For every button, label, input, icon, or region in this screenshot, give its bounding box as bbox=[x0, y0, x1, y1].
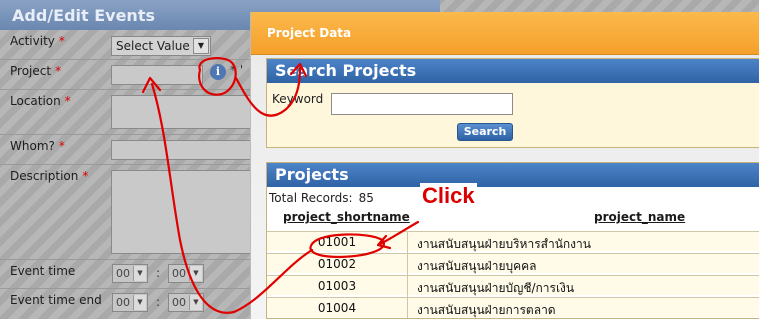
search-projects-panel: Search Projects Keyword Search bbox=[266, 58, 759, 148]
minute-value: 00 bbox=[172, 296, 186, 309]
projects-panel-title: Projects bbox=[267, 163, 759, 187]
project-shortname-cell[interactable]: 01004 bbox=[267, 301, 407, 315]
search-panel-title: Search Projects bbox=[267, 59, 759, 83]
click-annotation-label: Click bbox=[420, 183, 477, 209]
location-input[interactable] bbox=[111, 95, 251, 129]
activity-select[interactable]: Select Value ▼ bbox=[111, 36, 211, 56]
project-label: Project * bbox=[10, 64, 62, 78]
total-records-label: Total Records: bbox=[269, 191, 353, 205]
chevron-down-icon: ▼ bbox=[133, 295, 146, 310]
time-separator: : bbox=[156, 266, 161, 280]
whom-label: Whom? * bbox=[10, 139, 65, 153]
location-label: Location * bbox=[10, 94, 71, 108]
chevron-down-icon: ▼ bbox=[189, 266, 202, 281]
activity-label: Activity * bbox=[10, 34, 65, 48]
chevron-down-icon: ▼ bbox=[193, 38, 209, 54]
project-input[interactable] bbox=[111, 65, 203, 85]
search-button[interactable]: Search bbox=[457, 123, 513, 141]
event-time-end-label: Event time end bbox=[10, 293, 102, 307]
whom-input[interactable] bbox=[111, 140, 251, 160]
column-divider bbox=[407, 231, 408, 318]
table-row[interactable]: 01002 งานสนับสนุนฝ่ายบุคคล bbox=[267, 253, 759, 273]
project-hint: * ' bbox=[230, 63, 244, 77]
event-time-end-hour-select[interactable]: 00 ▼ bbox=[112, 293, 148, 312]
project-name-cell: งานสนับสนุนฝ่ายบัญชี/การเงิน bbox=[417, 281, 575, 295]
table-row[interactable]: 01003 งานสนับสนุนฝ่ายบัญชี/การเงิน bbox=[267, 275, 759, 295]
description-label: Description * bbox=[10, 169, 89, 183]
time-separator: : bbox=[156, 295, 161, 309]
table-row[interactable]: 01004 งานสนับสนุนฝ่ายการตลาด bbox=[267, 297, 759, 317]
event-time-hour-select[interactable]: 00 ▼ bbox=[112, 264, 148, 283]
project-name-cell: งานสนับสนุนฝ่ายบุคคล bbox=[417, 259, 537, 273]
hour-value: 00 bbox=[116, 267, 130, 280]
event-time-end-minute-select[interactable]: 00 ▼ bbox=[168, 293, 204, 312]
activity-select-value: Select Value bbox=[116, 39, 190, 53]
minute-value: 00 bbox=[172, 267, 186, 280]
column-header-shortname[interactable]: project_shortname bbox=[283, 210, 410, 224]
keyword-label: Keyword bbox=[272, 92, 324, 106]
project-name-cell: งานสนับสนุนฝ่ายการตลาด bbox=[417, 303, 556, 317]
event-time-label: Event time bbox=[10, 264, 76, 278]
dialog-title: Project Data bbox=[267, 26, 352, 40]
hour-value: 00 bbox=[116, 296, 130, 309]
chevron-down-icon: ▼ bbox=[189, 295, 202, 310]
total-records-value: 85 bbox=[358, 191, 374, 205]
keyword-input[interactable] bbox=[331, 93, 513, 115]
column-header-name[interactable]: project_name bbox=[594, 210, 685, 224]
dialog-header: Project Data bbox=[251, 12, 759, 55]
project-shortname-cell[interactable]: 01002 bbox=[267, 257, 407, 271]
project-name-cell: งานสนับสนุนฝ่ายบริหารสำนักงาน bbox=[417, 237, 591, 251]
project-shortname-cell[interactable]: 01001 bbox=[267, 235, 407, 249]
table-row[interactable]: 01001 งานสนับสนุนฝ่ายบริหารสำนักงาน bbox=[267, 231, 759, 251]
projects-panel: Projects Total Records: 85 project_shortn… bbox=[266, 162, 759, 319]
project-shortname-cell[interactable]: 01003 bbox=[267, 279, 407, 293]
event-time-minute-select[interactable]: 00 ▼ bbox=[168, 264, 204, 283]
chevron-down-icon: ▼ bbox=[133, 266, 146, 281]
info-icon[interactable]: i bbox=[210, 64, 226, 80]
total-records: Total Records: 85 bbox=[269, 191, 374, 205]
description-textarea[interactable] bbox=[111, 170, 251, 254]
project-data-dialog: Project Data Search Projects Keyword Sea… bbox=[250, 12, 759, 319]
